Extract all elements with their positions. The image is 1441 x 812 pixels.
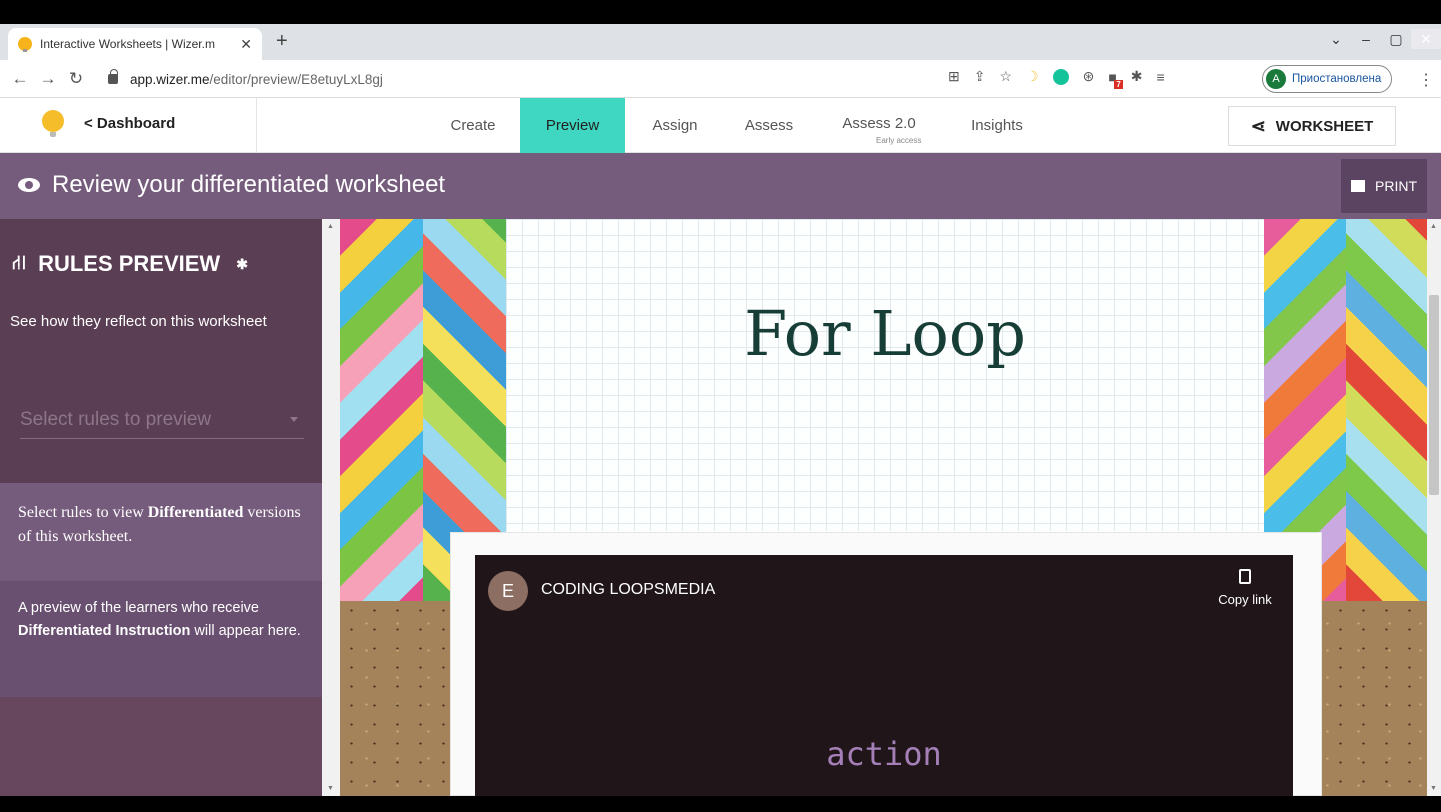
screen: Interactive Worksheets | Wizer.m ✕ + ⌄ –… [0,0,1441,812]
profile-chip[interactable]: A Приостановлена [1262,65,1393,93]
scroll-thumb[interactable] [1429,295,1439,495]
video-overlay-text: action [826,735,942,773]
scroll-up-icon[interactable]: ▲ [327,223,334,230]
share-icon: ⋖ [1250,115,1266,136]
grammarly-icon[interactable] [1052,68,1069,85]
video-embed[interactable]: E CODING LOOPSMEDIA Copy link action [475,555,1293,796]
gear-icon[interactable]: ✱ [236,256,248,273]
extension-circle-icon[interactable]: ⊛ [1083,68,1095,85]
forward-arrow-icon[interactable]: → [34,69,62,89]
scroll-up-icon[interactable]: ▲ [1430,223,1437,230]
minimize-button[interactable]: – [1351,31,1381,47]
lock-icon [108,69,118,84]
worksheet-label: WORKSHEET [1275,117,1374,135]
puzzle-extensions-icon[interactable]: ✱ [1131,68,1143,85]
dashboard-back-link[interactable]: < Dashboard [84,115,175,132]
copy-link-button[interactable]: Copy link [1205,569,1285,607]
caret-down-icon [290,417,298,422]
wizer-favicon-icon [18,37,32,52]
url-text: app.wizer.me/editor/preview/E8etuyLxL8gj [130,71,383,87]
tab-insights[interactable]: Insights [950,98,1044,153]
differentiated-info: Select rules to view Differentiated vers… [0,483,322,581]
close-window-button[interactable]: ✕ [1411,29,1441,49]
learners-preview-info: A preview of the learners who receive Di… [0,581,322,697]
scroll-down-icon[interactable]: ▼ [327,785,334,792]
translate-icon[interactable]: ⊞ [948,68,960,85]
review-band: Review your differentiated worksheet PRI… [0,153,1441,219]
rules-select-placeholder: Select rules to preview [20,409,212,430]
rules-heading: ⛙ RULES PREVIEW ✱ [12,251,248,276]
worksheet-canvas: ▲ ▼ For Loop E CODING LOOPSMEDIA Copy li… [322,219,1441,796]
rules-select[interactable]: Select rules to preview [20,409,304,439]
share-page-icon[interactable]: ⇪ [974,68,986,85]
badge-extension-icon[interactable]: ■ 7 [1108,69,1123,89]
browser-toolbar: ← → ↻ app.wizer.me/editor/preview/E8etuy… [0,60,1441,98]
rules-panel: ⛙ RULES PREVIEW ✱ See how they reflect o… [0,219,322,483]
worksheet-share-button[interactable]: ⋖ WORKSHEET [1228,106,1396,146]
browser-tab[interactable]: Interactive Worksheets | Wizer.m ✕ [8,28,262,60]
tab-assess[interactable]: Assess [725,98,813,153]
copy-link-label: Copy link [1218,592,1272,607]
profile-status: Приостановлена [1292,73,1382,85]
page-title: Review your differentiated worksheet [18,171,445,199]
rules-sidebar: ⛙ RULES PREVIEW ✱ See how they reflect o… [0,219,322,796]
browser-tabstrip: Interactive Worksheets | Wizer.m ✕ + ⌄ –… [0,24,1441,60]
profile-avatar: A [1266,69,1286,89]
window-controls: ⌄ – ▢ ✕ [1321,24,1441,54]
copy-icon [1239,569,1251,584]
browser-menu-icon[interactable]: ⋮ [1418,70,1434,90]
eye-icon [18,178,40,192]
moon-extension-icon[interactable]: ☽ [1026,68,1039,85]
back-arrow-icon[interactable]: ← [6,69,34,89]
scroll-down-icon[interactable]: ▼ [1430,785,1437,792]
header-divider [256,98,257,153]
channel-avatar[interactable]: E [488,571,528,611]
top-letterbox [0,0,1441,24]
restore-button[interactable]: ▢ [1381,31,1411,48]
tab-search-icon[interactable]: ⌄ [1321,31,1351,48]
tab-create[interactable]: Create [428,98,518,153]
rules-tree-icon: ⛙ [12,251,27,274]
video-title[interactable]: CODING LOOPSMEDIA [541,581,715,599]
bookmark-star-icon[interactable]: ☆ [999,68,1012,85]
new-tab-button[interactable]: + [276,30,288,53]
printer-icon [1351,180,1365,192]
print-label: PRINT [1375,178,1417,194]
left-scrollbar[interactable]: ▲ ▼ [322,219,340,796]
bottom-letterbox [0,796,1441,812]
tab-title: Interactive Worksheets | Wizer.m [40,37,215,51]
print-button[interactable]: PRINT [1341,159,1427,213]
tab-preview[interactable]: Preview [520,98,625,153]
tab-assign[interactable]: Assign [630,98,720,153]
reload-icon[interactable]: ↻ [62,69,90,89]
wizer-logo-icon[interactable] [42,110,64,137]
app-header: < Dashboard Create Preview Assign Assess… [0,98,1441,153]
address-bar[interactable]: app.wizer.me/editor/preview/E8etuyLxL8gj [108,65,978,93]
rules-description: See how they reflect on this worksheet [10,313,267,330]
extension-icons: ⊞ ⇪ ☆ ☽ ⊛ ■ 7 ✱ ≡ [948,68,1165,89]
reading-list-icon[interactable]: ≡ [1157,69,1165,85]
worksheet-title: For Loop [744,297,1026,370]
grid-paper-background [506,219,1264,531]
early-access-label: Early access [876,136,922,145]
tab-close-icon[interactable]: ✕ [240,36,252,53]
right-scrollbar[interactable]: ▲ ▼ [1427,219,1441,796]
